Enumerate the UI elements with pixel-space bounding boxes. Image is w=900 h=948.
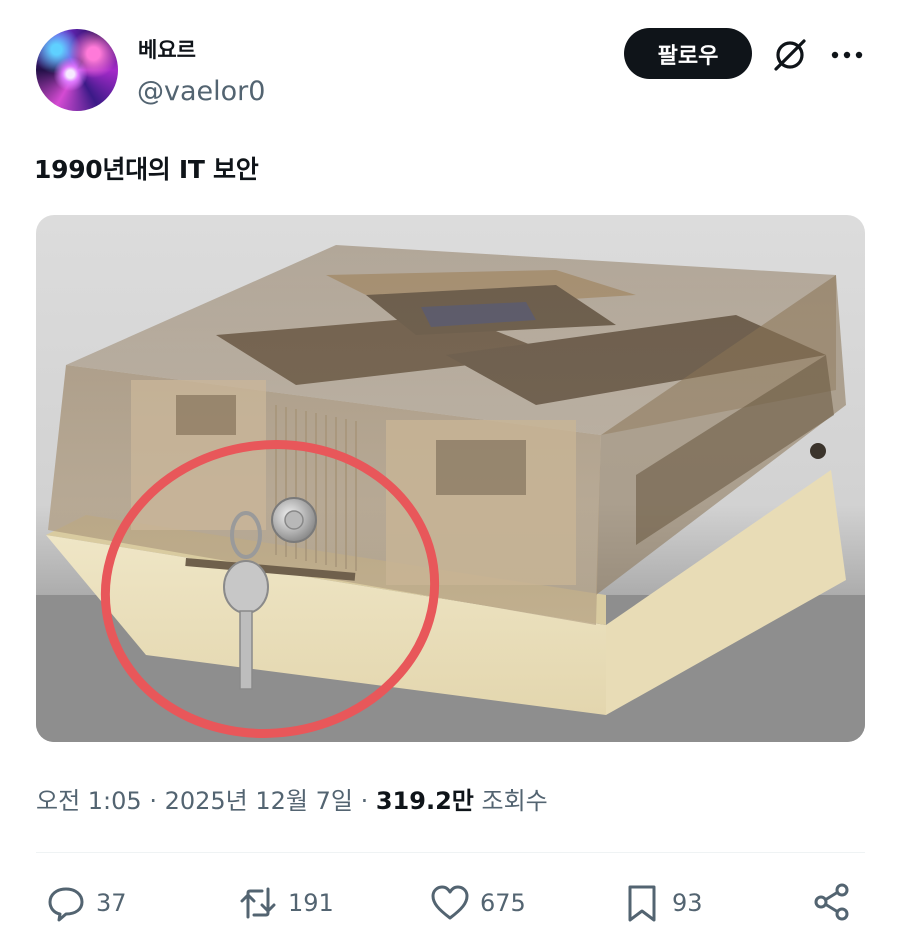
- reply-icon: [48, 887, 84, 922]
- reply-count: 37: [96, 889, 127, 917]
- divider: [36, 852, 865, 853]
- avatar[interactable]: [36, 29, 118, 111]
- repost-icon: [240, 887, 276, 919]
- reply-button[interactable]: 37: [46, 882, 127, 924]
- floppy-disk-lock-box-photo: [36, 245, 865, 742]
- post-text: 1990년대의 IT 보안: [34, 155, 259, 184]
- grok-icon[interactable]: [771, 36, 809, 74]
- post-meta: 오전 1:05 · 2025년 12월 7일 · 319.2만 조회수: [36, 781, 548, 816]
- post-date[interactable]: 2025년 12월 7일: [165, 787, 353, 815]
- user-handle[interactable]: @vaelor0: [137, 76, 265, 107]
- repost-count: 191: [288, 889, 334, 917]
- like-count: 675: [480, 889, 526, 917]
- like-button[interactable]: 675: [430, 882, 526, 924]
- views-label: 조회수: [481, 787, 548, 815]
- post-media-image[interactable]: [36, 215, 865, 742]
- meta-separator: ·: [352, 787, 376, 815]
- meta-separator: ·: [141, 787, 165, 815]
- follow-button[interactable]: 팔로우: [624, 28, 752, 79]
- bookmark-icon: [628, 885, 656, 922]
- display-name[interactable]: 베요르: [138, 34, 196, 64]
- views-count: 319.2만: [375, 787, 474, 815]
- repost-button[interactable]: 191: [238, 882, 334, 924]
- post-time[interactable]: 오전 1:05: [36, 787, 142, 815]
- bookmark-button[interactable]: 93: [622, 882, 703, 924]
- bookmark-count: 93: [672, 889, 703, 917]
- more-icon[interactable]: [830, 50, 864, 60]
- heart-icon: [431, 885, 469, 920]
- share-icon[interactable]: [812, 882, 852, 922]
